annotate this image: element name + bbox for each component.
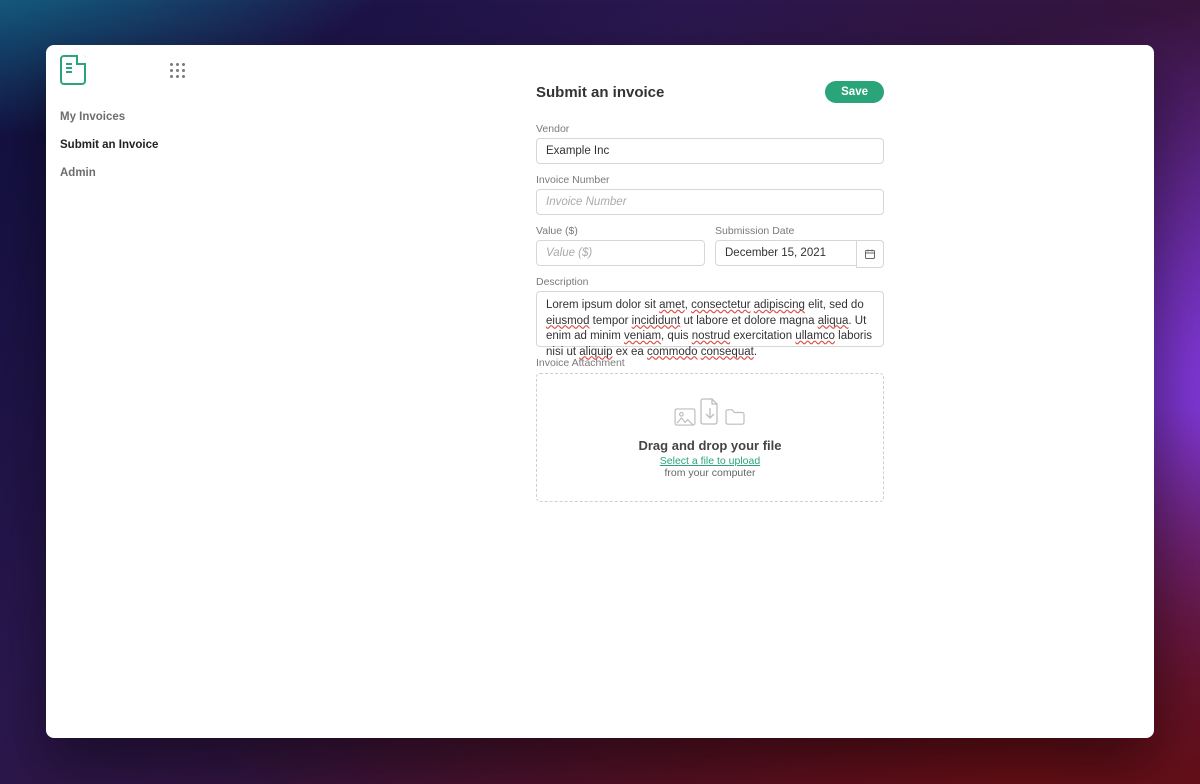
invoice-number-input[interactable] [536,189,884,215]
field-attachment: Invoice Attachment [536,357,884,502]
dropzone-icons [547,392,873,426]
calendar-icon [864,248,876,260]
folder-icon [724,408,746,426]
image-icon [674,408,696,426]
field-value: Value ($) [536,225,705,266]
field-submission-date: Submission Date [715,225,884,266]
invoice-number-label: Invoice Number [536,174,884,186]
attachment-dropzone[interactable]: Drag and drop your file Select a file to… [536,373,884,502]
app-grid-icon[interactable] [170,63,184,77]
sidebar-item-my-invoices[interactable]: My Invoices [46,103,200,131]
vendor-input[interactable] [536,138,884,164]
save-button[interactable]: Save [825,81,884,103]
dropzone-subtext: from your computer [547,467,873,479]
description-label: Description [536,276,884,288]
app-logo-icon[interactable] [60,55,86,85]
submission-date-wrap [715,240,884,266]
dropzone-headline: Drag and drop your file [547,438,873,453]
calendar-button[interactable] [856,240,884,268]
value-label: Value ($) [536,225,705,237]
field-invoice-number: Invoice Number [536,174,884,215]
sidebar-nav: My Invoices Submit an Invoice Admin [46,103,200,187]
value-input[interactable] [536,240,705,266]
dropzone-select-link[interactable]: Select a file to upload [547,455,873,467]
sidebar-item-admin[interactable]: Admin [46,159,200,187]
submission-date-label: Submission Date [715,225,884,237]
vendor-label: Vendor [536,123,884,135]
sidebar-item-submit-invoice[interactable]: Submit an Invoice [46,131,200,159]
invoice-form: Submit an invoice Save Vendor Invoice Nu… [536,81,884,502]
description-input[interactable]: Lorem ipsum dolor sit amet, consectetur … [536,291,884,347]
app-window: My Invoices Submit an Invoice Admin Subm… [46,45,1154,738]
page-title: Submit an invoice [536,84,664,101]
sidebar: My Invoices Submit an Invoice Admin [46,45,200,738]
file-download-icon [700,398,720,426]
value-date-row: Value ($) Submission Date [536,225,884,276]
field-vendor: Vendor [536,123,884,164]
main-content: Submit an invoice Save Vendor Invoice Nu… [200,45,1154,738]
field-description: Description Lorem ipsum dolor sit amet, … [536,276,884,347]
form-header: Submit an invoice Save [536,81,884,103]
sidebar-top-icons [46,55,200,85]
